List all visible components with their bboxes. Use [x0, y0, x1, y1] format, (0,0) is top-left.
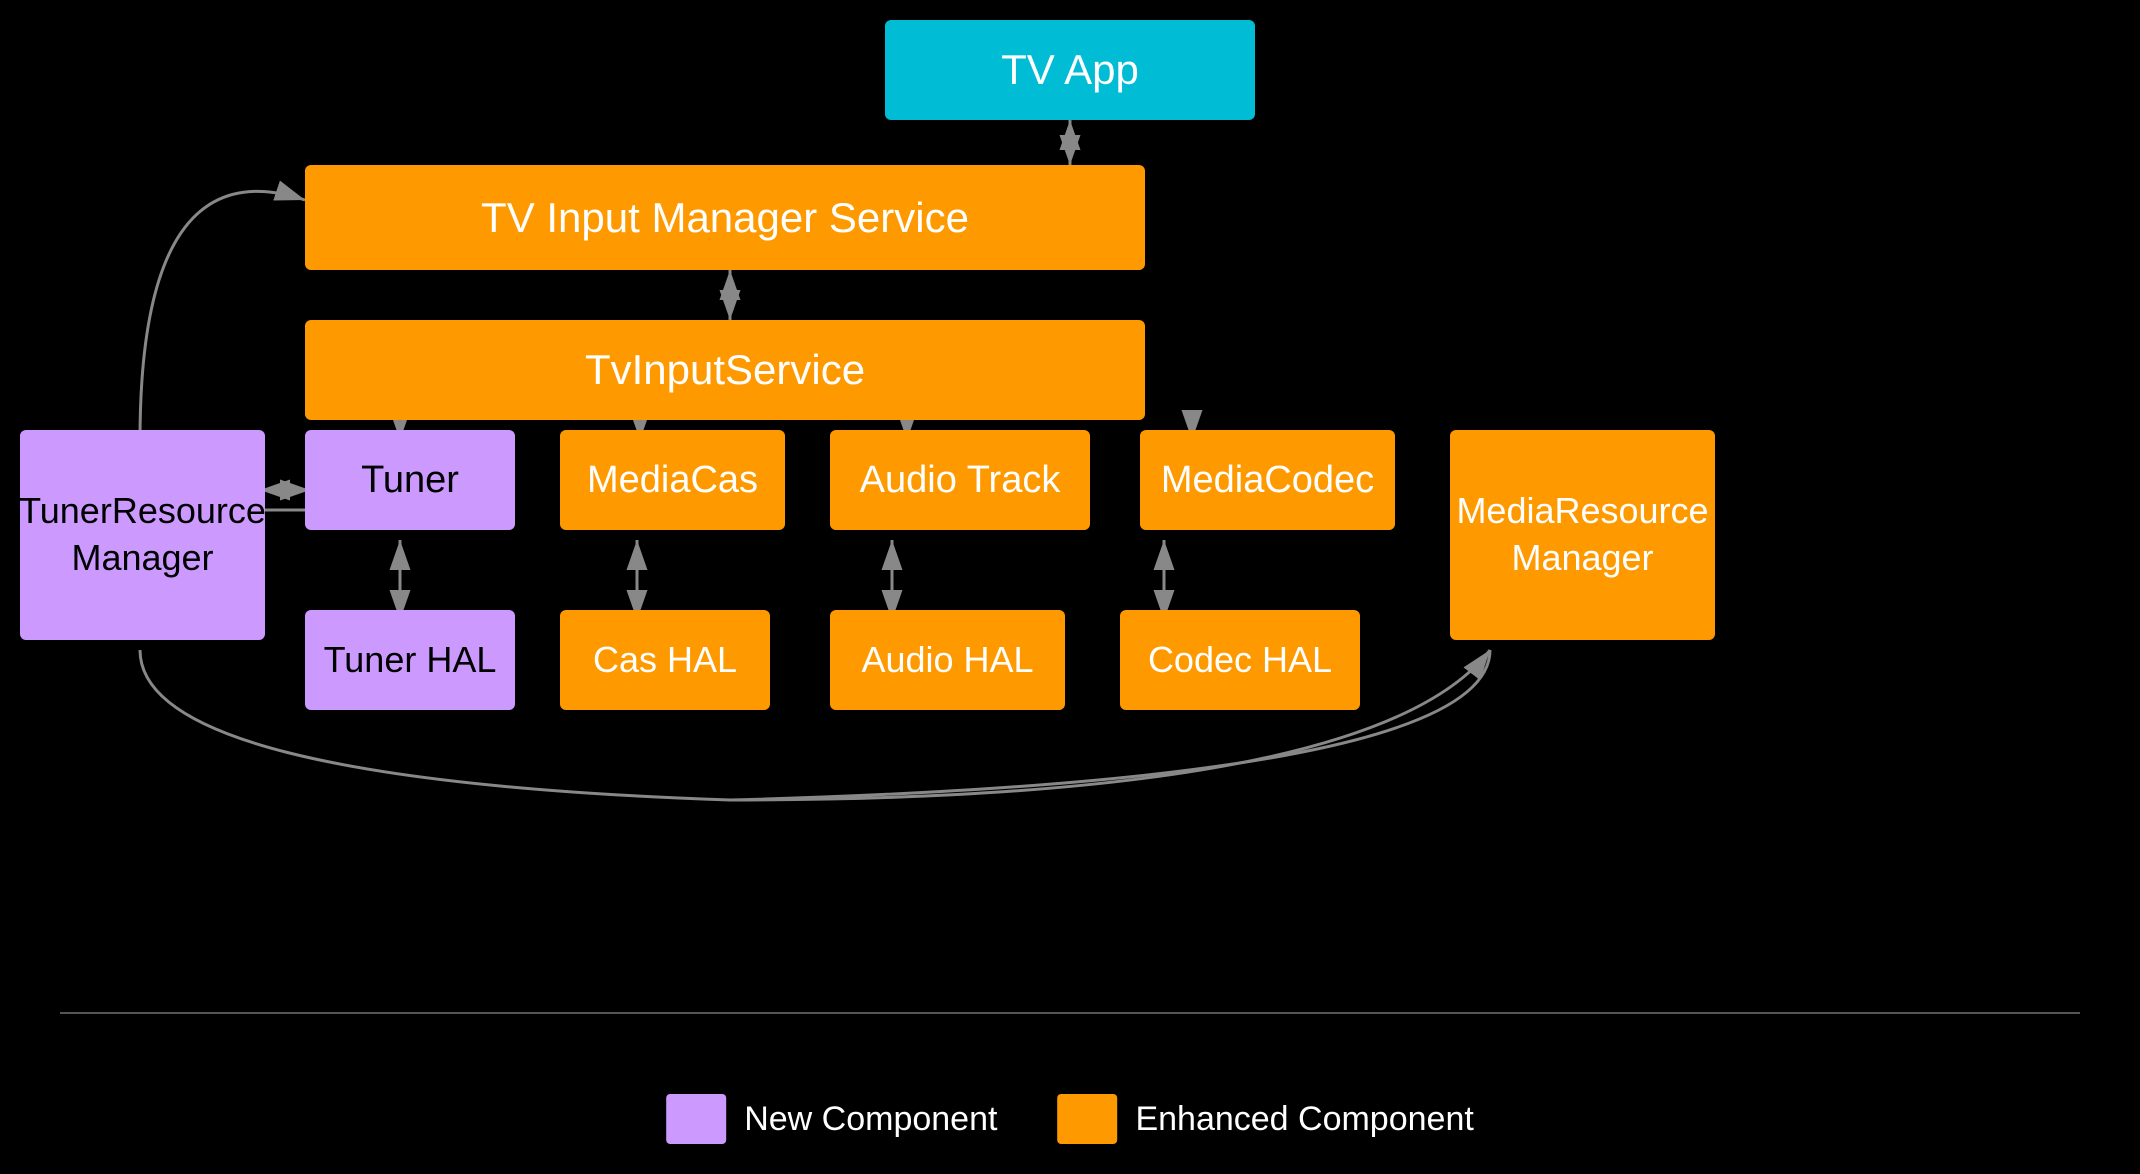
tuner-hal-node: Tuner HAL	[305, 610, 515, 710]
tv-input-service-node: TvInputService	[305, 320, 1145, 420]
codec-hal-node: Codec HAL	[1120, 610, 1360, 710]
divider	[60, 1012, 2080, 1014]
legend-enhanced-component-box	[1057, 1094, 1117, 1144]
tv-app-node: TV App	[885, 20, 1255, 120]
diagram-container: TV App TV Input Manager Service TvInputS…	[0, 0, 2140, 1174]
legend: New Component Enhanced Component	[666, 1094, 1474, 1144]
tuner-node: Tuner	[305, 430, 515, 530]
media-resource-manager-node: MediaResourceManager	[1450, 430, 1715, 640]
legend-enhanced-component: Enhanced Component	[1057, 1094, 1473, 1144]
mediacas-node: MediaCas	[560, 430, 785, 530]
tv-input-manager-node: TV Input Manager Service	[305, 165, 1145, 270]
legend-new-component: New Component	[666, 1094, 997, 1144]
legend-new-component-box	[666, 1094, 726, 1144]
cas-hal-node: Cas HAL	[560, 610, 770, 710]
legend-new-component-label: New Component	[744, 1100, 997, 1139]
audio-hal-node: Audio HAL	[830, 610, 1065, 710]
mediacodec-node: MediaCodec	[1140, 430, 1395, 530]
legend-enhanced-component-label: Enhanced Component	[1135, 1100, 1473, 1139]
tuner-resource-manager-node: TunerResourceManager	[20, 430, 265, 640]
audio-track-node: Audio Track	[830, 430, 1090, 530]
